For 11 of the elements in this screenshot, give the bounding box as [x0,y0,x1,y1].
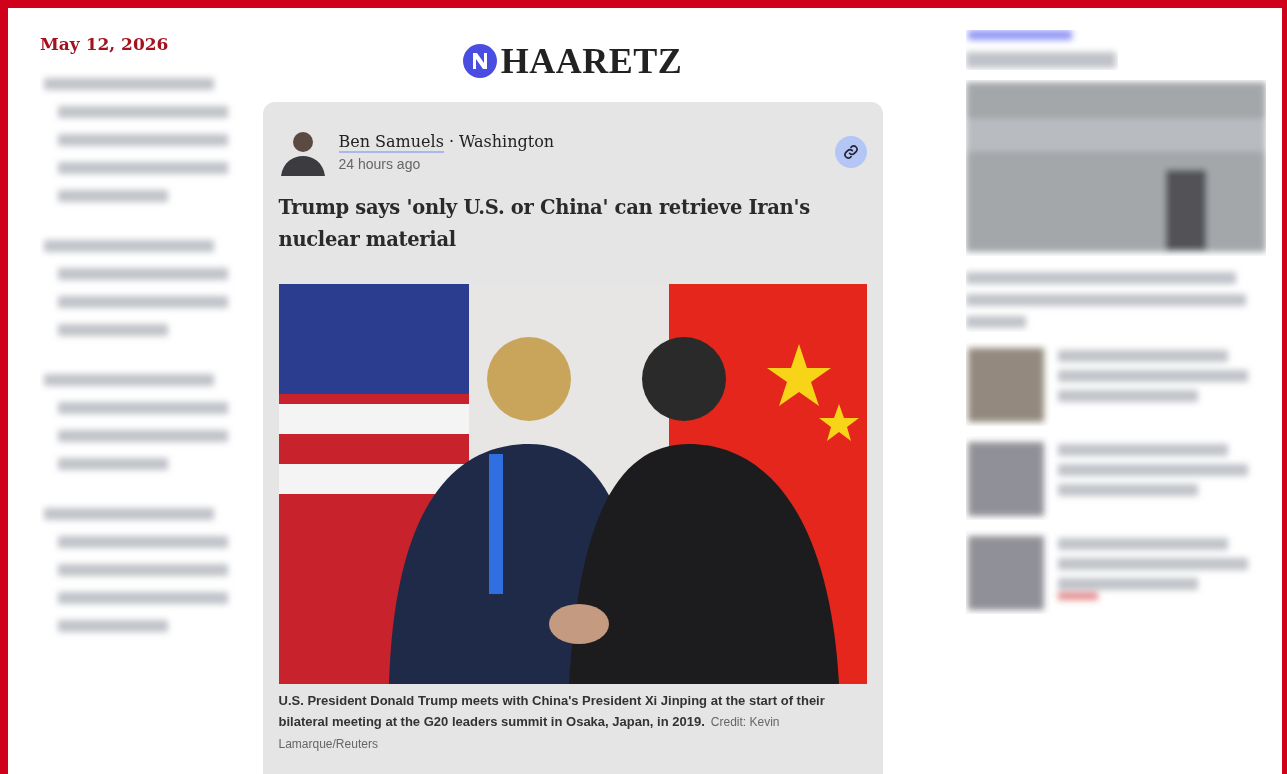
timestamp: 24 hours ago [338,156,422,172]
copy-link-button[interactable] [834,136,867,168]
author-link[interactable]: Ben Samuels [338,132,444,153]
logo-text[interactable]: HAARETZ [500,40,683,82]
article-headline[interactable]: Trump says 'only U.S. or China' can retrieve Iran's nuclear material [278,192,867,256]
logo-icon [462,44,497,78]
location: Washington [459,132,555,151]
image-caption: U.S. President Donald Trump meets with China's President Xi Jinping at the start of their bilateral meeting at the G20 leaders summit in Osaka, Japan, in 2019. Credit: Kevin Lamarque/Reuters [278,692,826,753]
separator: · [448,132,454,151]
date: May 12, 2026 [40,34,170,54]
link-icon [842,144,859,160]
